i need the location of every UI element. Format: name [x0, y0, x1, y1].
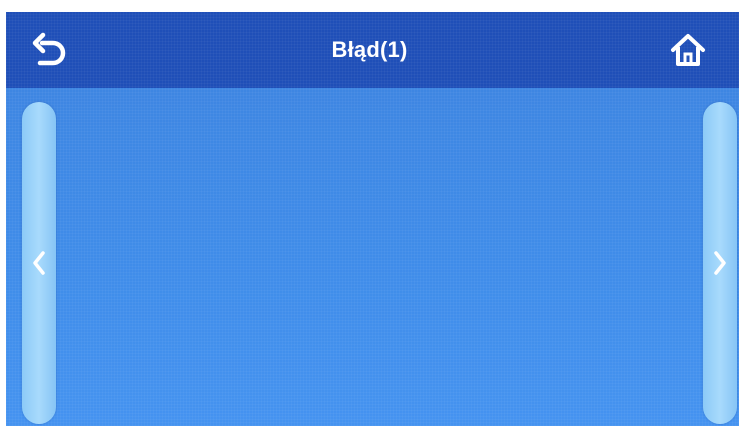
- chevron-right-icon: [714, 251, 726, 275]
- chevron-left-icon: [33, 251, 45, 275]
- error-screen: Błąd(1): [0, 0, 739, 426]
- error-list-area: [6, 88, 739, 426]
- next-page-button[interactable]: [703, 102, 737, 424]
- home-icon: [671, 34, 705, 66]
- home-button[interactable]: [660, 22, 716, 78]
- page-title: Błąd(1): [331, 37, 408, 62]
- previous-page-button[interactable]: [22, 102, 56, 424]
